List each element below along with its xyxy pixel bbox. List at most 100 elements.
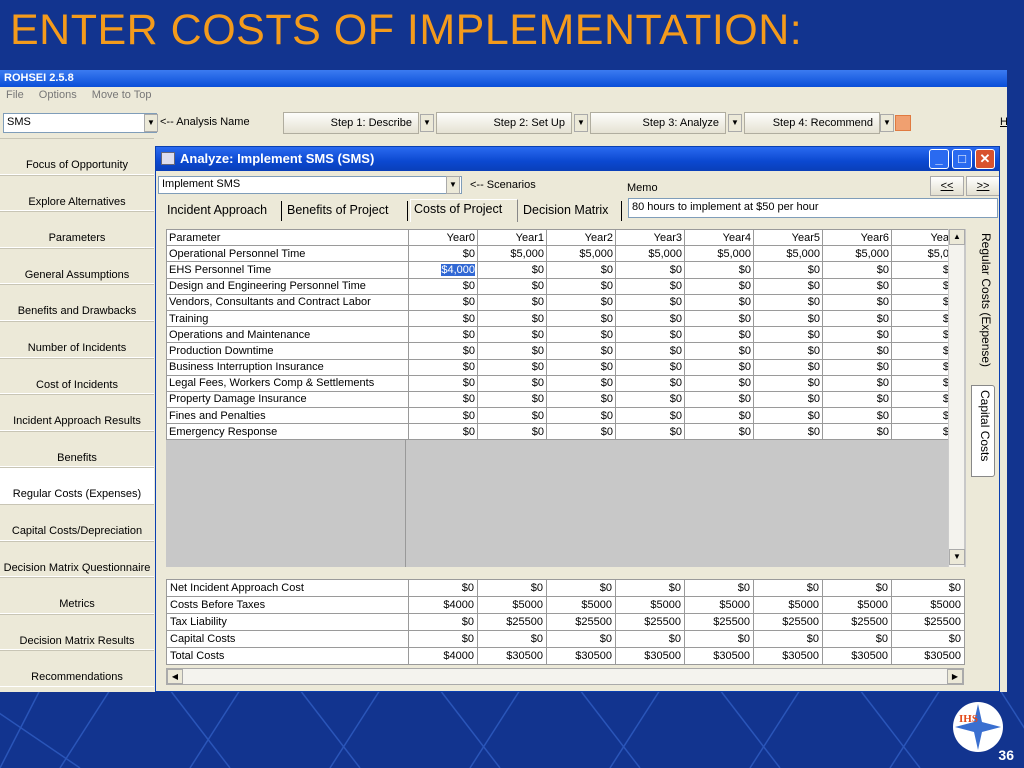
minimize-icon[interactable]: _ [929, 149, 949, 169]
value-cell[interactable]: $0 [477, 358, 547, 376]
value-cell[interactable]: $ [891, 326, 952, 344]
value-cell[interactable]: $5,000 [822, 245, 892, 263]
value-cell[interactable]: $0 [753, 326, 823, 344]
value-cell[interactable]: $ [891, 277, 952, 295]
menu-options[interactable]: Options [39, 89, 77, 101]
value-cell[interactable]: $ [891, 261, 952, 279]
value-cell[interactable]: $0 [477, 261, 547, 279]
value-cell[interactable]: $0 [684, 374, 754, 392]
value-cell[interactable]: $0 [477, 277, 547, 295]
value-cell[interactable]: $0 [546, 358, 616, 376]
nav-item[interactable]: Focus of Opportunity [0, 138, 154, 175]
value-cell[interactable]: $ [891, 309, 952, 328]
value-cell[interactable]: $ [891, 390, 952, 409]
value-cell[interactable]: $0 [615, 309, 685, 328]
step2-setup-button[interactable]: Step 2: Set Up [436, 112, 572, 134]
value-cell[interactable]: $0 [546, 261, 616, 279]
next-scenario-button[interactable]: >> [966, 176, 999, 196]
value-cell[interactable]: $0 [615, 423, 685, 441]
value-cell[interactable]: $ [891, 407, 952, 425]
value-cell[interactable]: $5,000 [615, 245, 685, 263]
nav-item[interactable]: Recommendations [0, 650, 154, 687]
value-cell[interactable]: $0 [753, 358, 823, 376]
value-cell[interactable]: $0 [546, 423, 616, 441]
value-cell[interactable]: $0 [684, 277, 754, 295]
chevron-down-icon[interactable]: ▼ [728, 114, 742, 132]
tab-costs-of-project[interactable]: Costs of Project [410, 199, 518, 222]
value-cell[interactable]: $0 [753, 309, 823, 328]
value-cell[interactable]: $4,000 [408, 261, 478, 279]
value-cell[interactable]: $0 [408, 342, 478, 360]
step4-recommend-button[interactable]: Step 4: Recommend [744, 112, 880, 134]
value-cell[interactable]: $0 [684, 423, 754, 441]
value-cell[interactable]: $0 [477, 407, 547, 425]
value-cell[interactable]: $0 [753, 342, 823, 360]
value-cell[interactable]: $0 [408, 293, 478, 311]
value-cell[interactable]: $0 [753, 261, 823, 279]
side-tab-regular-costs[interactable]: Regular Costs (Expense) [971, 229, 995, 379]
tab-benefits-of-project[interactable]: Benefits of Project [284, 201, 408, 221]
value-cell[interactable]: $0 [615, 326, 685, 344]
value-cell[interactable]: $0 [753, 277, 823, 295]
value-cell[interactable]: $0 [615, 390, 685, 409]
value-cell[interactable]: $0 [684, 326, 754, 344]
value-cell[interactable]: $0 [615, 277, 685, 295]
value-cell[interactable]: $0 [684, 309, 754, 328]
value-cell[interactable]: $0 [408, 407, 478, 425]
value-cell[interactable]: $0 [477, 293, 547, 311]
nav-item[interactable]: Decision Matrix Questionnaire [0, 540, 154, 578]
value-cell[interactable]: $0 [546, 293, 616, 311]
value-cell[interactable]: $0 [477, 423, 547, 441]
side-tab-capital-costs[interactable]: Capital Costs [971, 385, 995, 477]
nav-item[interactable]: Benefits [0, 430, 154, 468]
value-cell[interactable]: $0 [684, 407, 754, 425]
value-cell[interactable]: $0 [546, 277, 616, 295]
horizontal-scrollbar[interactable]: ◀ ▶ [166, 668, 964, 685]
value-cell[interactable]: $5,000 [546, 245, 616, 263]
value-cell[interactable]: $0 [822, 390, 892, 409]
nav-item[interactable]: Explore Alternatives [0, 174, 154, 212]
value-cell[interactable]: $0 [408, 277, 478, 295]
value-cell[interactable]: $0 [822, 293, 892, 311]
value-cell[interactable]: $0 [546, 407, 616, 425]
value-cell[interactable]: $ [891, 423, 952, 441]
toolbar-help-link[interactable]: H [1000, 116, 1007, 128]
nav-item[interactable]: Cost of Incidents [0, 357, 154, 395]
value-cell[interactable]: $0 [753, 423, 823, 441]
scroll-right-icon[interactable]: ▶ [947, 669, 963, 684]
value-cell[interactable]: $0 [477, 309, 547, 328]
value-cell[interactable]: $0 [477, 342, 547, 360]
nav-item[interactable]: Metrics [0, 577, 154, 614]
value-cell[interactable]: $0 [822, 423, 892, 441]
value-cell[interactable]: $0 [753, 390, 823, 409]
nav-item[interactable]: Decision Matrix Results [0, 613, 154, 651]
value-cell[interactable]: $0 [408, 374, 478, 392]
value-cell[interactable]: $0 [615, 293, 685, 311]
chevron-down-icon[interactable]: ▼ [446, 176, 460, 194]
value-cell[interactable]: $0 [477, 390, 547, 409]
value-cell[interactable]: $0 [684, 342, 754, 360]
value-cell[interactable]: $0 [822, 261, 892, 279]
value-cell[interactable]: $0 [546, 390, 616, 409]
value-cell[interactable]: $0 [822, 374, 892, 392]
value-cell[interactable]: $0 [753, 293, 823, 311]
value-cell[interactable]: $0 [408, 423, 478, 441]
chevron-down-icon[interactable]: ▼ [574, 114, 588, 132]
step1-describe-button[interactable]: Step 1: Describe [283, 112, 419, 134]
value-cell[interactable]: $0 [615, 358, 685, 376]
value-cell[interactable]: $0 [408, 326, 478, 344]
value-cell[interactable]: $0 [408, 245, 478, 263]
value-cell[interactable]: $0 [477, 374, 547, 392]
value-cell[interactable]: $0 [822, 326, 892, 344]
tab-decision-matrix[interactable]: Decision Matrix [520, 201, 622, 221]
value-cell[interactable]: $0 [477, 326, 547, 344]
nav-item-active[interactable]: Regular Costs (Expenses) [0, 467, 154, 504]
nav-item[interactable]: Number of Incidents [0, 320, 154, 358]
value-cell[interactable]: $0 [822, 342, 892, 360]
value-cell[interactable]: $5,000 [477, 245, 547, 263]
value-cell[interactable]: $0 [546, 374, 616, 392]
value-cell[interactable]: $0 [546, 326, 616, 344]
prev-scenario-button[interactable]: << [930, 176, 964, 196]
value-cell[interactable]: $0 [753, 374, 823, 392]
scroll-up-icon[interactable]: ▲ [949, 229, 965, 245]
